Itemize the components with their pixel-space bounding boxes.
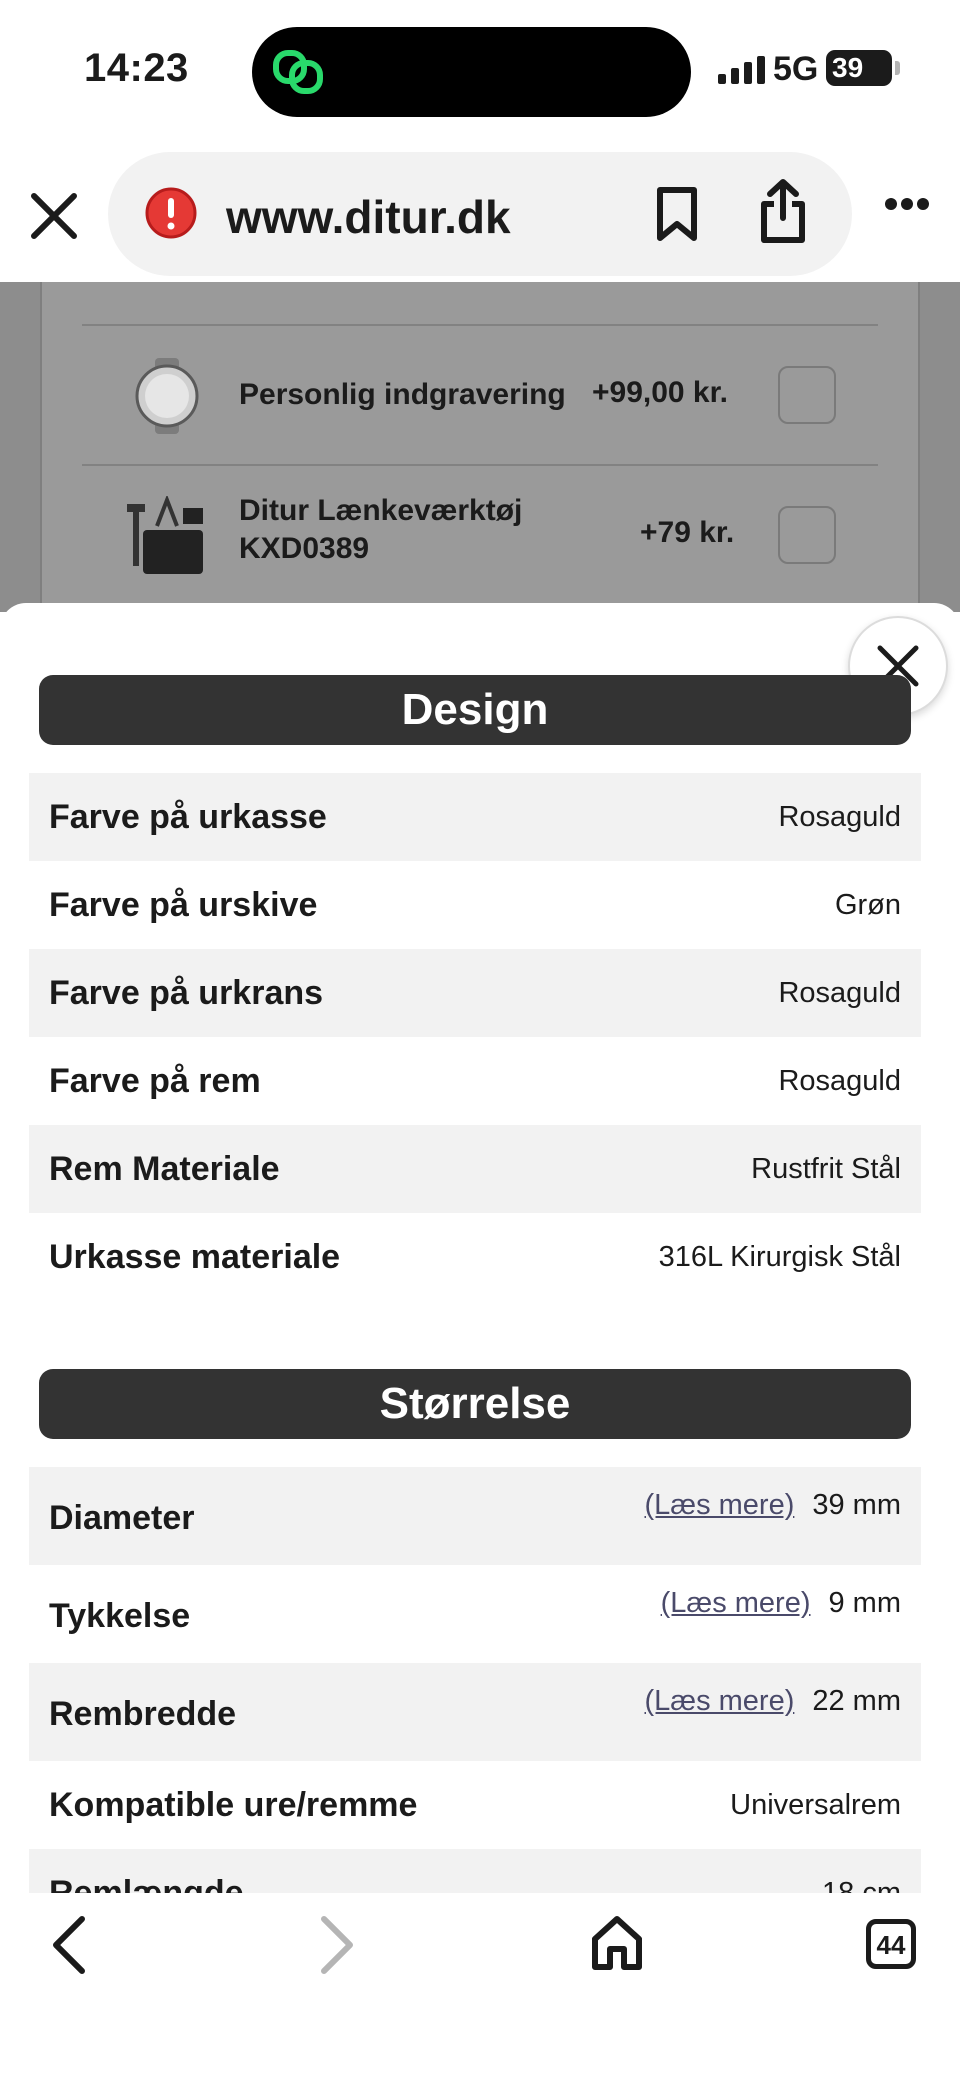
- spec-row: Urkasse materiale 316L Kirurgisk Stål: [29, 1213, 921, 1301]
- read-more-link[interactable]: (Læs mere): [661, 1587, 811, 1619]
- url-text[interactable]: www.ditur.dk: [226, 190, 511, 244]
- addon-price: +79 kr.: [640, 516, 735, 549]
- spec-row: Remlængde 18 cm: [29, 1849, 921, 1893]
- spec-label: Remlængde: [49, 1874, 244, 1893]
- spec-label: Rem Materiale: [49, 1150, 280, 1188]
- addon-checkbox[interactable]: [778, 366, 836, 424]
- spec-row: Farve på urkasse Rosaguld: [29, 773, 921, 861]
- spec-label: Farve på rem: [49, 1062, 261, 1100]
- home-icon[interactable]: [590, 1915, 644, 1971]
- share-icon[interactable]: [758, 178, 808, 244]
- section-header-size: Størrelse: [39, 1369, 911, 1439]
- link-icon: [273, 50, 323, 94]
- addon-row: Ditur Lænkeværktøj KXD0389 +79 kr.: [82, 464, 878, 602]
- spec-row: Kompatible ure/remme Universalrem: [29, 1761, 921, 1849]
- spec-label: Farve på urkasse: [49, 798, 327, 836]
- addon-row: Personlig indgravering +99,00 kr.: [82, 324, 878, 462]
- spec-value: Rosaguld: [778, 977, 901, 1009]
- security-warning-icon[interactable]: [144, 186, 198, 240]
- spec-label: Rembredde: [49, 1695, 237, 1733]
- bookmark-icon[interactable]: [656, 186, 698, 242]
- spec-label: Kompatible ure/remme: [49, 1786, 418, 1824]
- back-icon[interactable]: [48, 1915, 88, 1975]
- spec-row: Farve på urkrans Rosaguld: [29, 949, 921, 1037]
- spec-label: Diameter: [49, 1499, 195, 1537]
- tool-kit-thumbnail-icon: [127, 496, 203, 574]
- spec-value: 316L Kirurgisk Stål: [658, 1241, 901, 1273]
- addon-name: Ditur Lænkeværktøj KXD0389: [239, 494, 523, 565]
- forward-icon[interactable]: [318, 1915, 358, 1975]
- section-header-design: Design: [39, 675, 911, 745]
- status-bar: 14:23 5G 39: [0, 0, 960, 140]
- spec-value: Rosaguld: [778, 1065, 901, 1097]
- spec-row: Rembredde (Læs mere) 22 mm: [29, 1663, 921, 1761]
- watch-thumbnail-icon: [135, 358, 199, 434]
- read-more-link[interactable]: (Læs mere): [645, 1685, 795, 1717]
- spec-value: Rosaguld: [778, 801, 901, 833]
- spec-row: Tykkelse (Læs mere) 9 mm: [29, 1565, 921, 1663]
- addon-price: +99,00 kr.: [592, 376, 728, 409]
- spec-value-group: (Læs mere) 9 mm: [661, 1587, 901, 1620]
- spec-value-group: (Læs mere) 22 mm: [645, 1685, 902, 1718]
- network-type: 5G: [773, 50, 819, 88]
- battery-cap: [895, 61, 900, 75]
- spec-row: Farve på rem Rosaguld: [29, 1037, 921, 1125]
- spec-row: Farve på urskive Grøn: [29, 861, 921, 949]
- spec-label: Urkasse materiale: [49, 1238, 341, 1276]
- signal-icon: [718, 56, 765, 84]
- specifications-sheet: Design Farve på urkasse Rosaguld Farve p…: [0, 603, 960, 1893]
- browser-toolbar: www.ditur.dk: [0, 140, 960, 282]
- dynamic-island: [252, 27, 691, 117]
- background-page-overlay[interactable]: Personlig indgravering +99,00 kr. Ditur …: [0, 282, 960, 612]
- spec-value: Rustfrit Stål: [751, 1153, 901, 1185]
- browser-bottom-bar: 44: [0, 1893, 960, 2081]
- spec-value: Universalrem: [730, 1789, 901, 1821]
- close-icon[interactable]: [28, 190, 80, 242]
- battery-icon: 39: [826, 50, 892, 86]
- tabs-button[interactable]: 44: [866, 1919, 916, 1969]
- read-more-link[interactable]: (Læs mere): [645, 1489, 795, 1521]
- addon-name: Personlig indgravering: [239, 378, 566, 411]
- status-time: 14:23: [84, 46, 189, 90]
- addon-checkbox[interactable]: [778, 506, 836, 564]
- address-bar[interactable]: www.ditur.dk: [108, 152, 852, 276]
- spec-value-group: (Læs mere) 39 mm: [645, 1489, 902, 1522]
- more-options-icon[interactable]: [884, 196, 930, 212]
- spec-label: Tykkelse: [49, 1597, 191, 1635]
- spec-value: 18 cm: [822, 1877, 901, 1893]
- spec-value: 9 mm: [828, 1587, 902, 1619]
- spec-value: 39 mm: [812, 1489, 901, 1521]
- battery-level: 39: [832, 52, 864, 83]
- spec-label: Farve på urkrans: [49, 974, 324, 1012]
- spec-row: Diameter (Læs mere) 39 mm: [29, 1467, 921, 1565]
- spec-value: 22 mm: [812, 1685, 901, 1717]
- spec-label: Farve på urskive: [49, 886, 318, 924]
- spec-value: Grøn: [834, 889, 901, 921]
- spec-row: Rem Materiale Rustfrit Stål: [29, 1125, 921, 1213]
